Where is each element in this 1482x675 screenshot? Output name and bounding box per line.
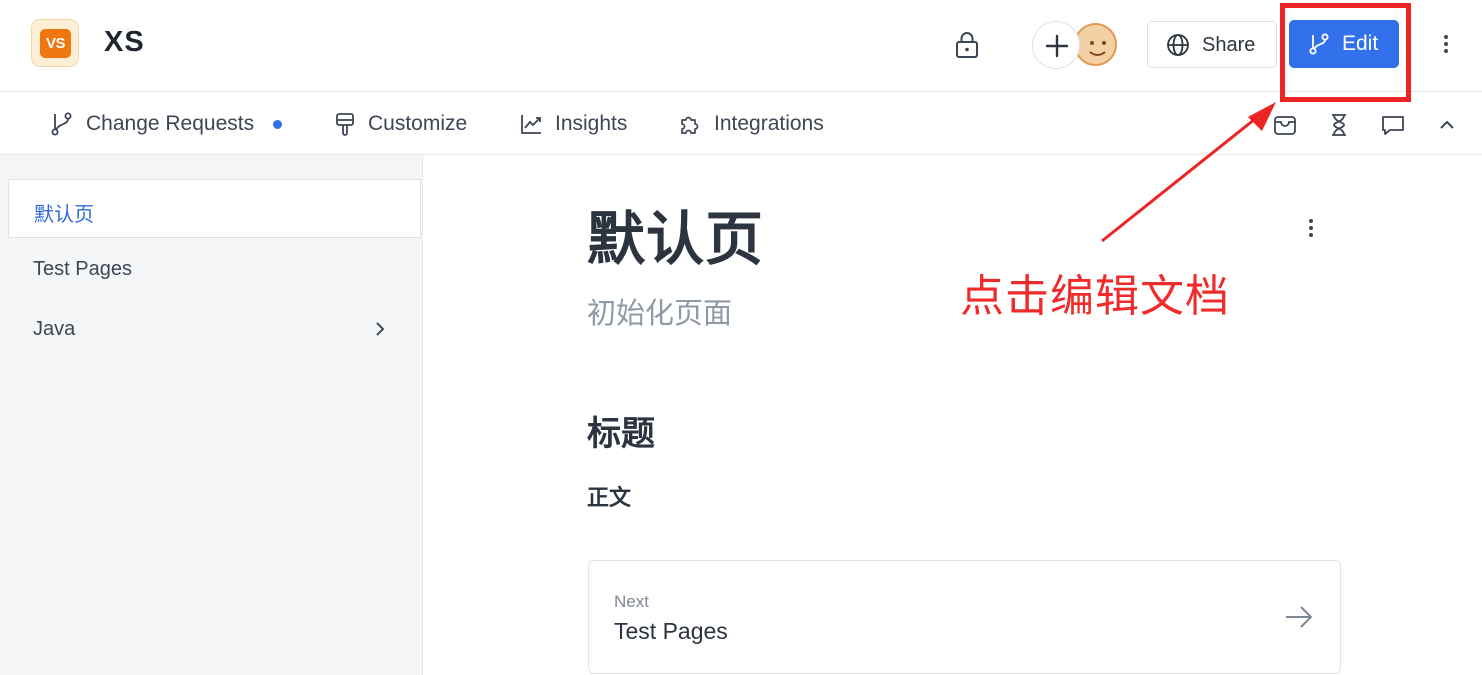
puzzle-icon [681,116,699,134]
body-text: 正文 [587,485,632,510]
sidebar-item-test-pages[interactable]: Test Pages [8,240,421,299]
nav-customize[interactable]: Customize [334,93,467,155]
globe-icon [1167,34,1189,56]
nav-integrations[interactable]: Integrations [678,93,824,155]
page-title: 默认页 [587,207,765,272]
sidebar-item-java[interactable]: Java [8,300,421,359]
highlight-box [1280,3,1411,102]
notification-dot [273,119,283,129]
sidebar-item-label: Test Pages [33,258,132,280]
sidebar-item-label: Java [33,318,76,340]
space-logo[interactable]: VS [31,19,79,67]
top-header: VS XS Share Edit [0,0,1482,92]
sidebar-item-label: 默认页 [34,204,94,226]
sidebar-item-default-page[interactable]: 默认页 [8,179,421,238]
plus-icon [1045,34,1069,58]
annotation-arrow [1101,102,1276,243]
hourglass-icon[interactable] [1326,112,1352,138]
nav-label: Customize [368,112,468,135]
space-title[interactable]: XS [104,26,145,59]
arrow-right-icon [1286,606,1313,628]
branch-icon [51,112,72,136]
next-label: Next [614,592,649,611]
nav-change-requests[interactable]: Change Requests [50,93,283,155]
section-heading: 标题 [587,415,655,453]
share-button[interactable]: Share [1147,21,1277,68]
nav-label: Change Requests [86,112,255,135]
sidebar: 默认页 Test Pages Java [0,155,423,675]
main-content: 默认页 初始化页面 标题 正文 Next Test Pages [424,155,1482,675]
brush-icon [336,113,354,136]
chevron-right-icon[interactable] [373,320,387,338]
nav-insights[interactable]: Insights [519,93,627,155]
smiley-face-icon [1089,41,1106,56]
comment-icon[interactable] [1380,112,1406,138]
more-options-icon[interactable] [1436,32,1456,56]
chart-icon [521,115,541,134]
nav-label: Integrations [714,112,824,135]
share-label: Share [1202,34,1256,56]
annotation-text: 点击编辑文档 [960,272,1230,321]
next-page-card[interactable]: Next Test Pages [588,560,1341,674]
next-page-title: Test Pages [614,618,728,644]
add-member-button[interactable] [1032,21,1080,69]
logo-text: VS [40,29,71,58]
nav-label: Insights [555,112,628,135]
page-options-icon[interactable] [1301,215,1321,241]
page-description: 初始化页面 [587,298,733,330]
chevron-up-icon[interactable] [1434,112,1460,138]
lock-icon[interactable] [954,31,980,59]
